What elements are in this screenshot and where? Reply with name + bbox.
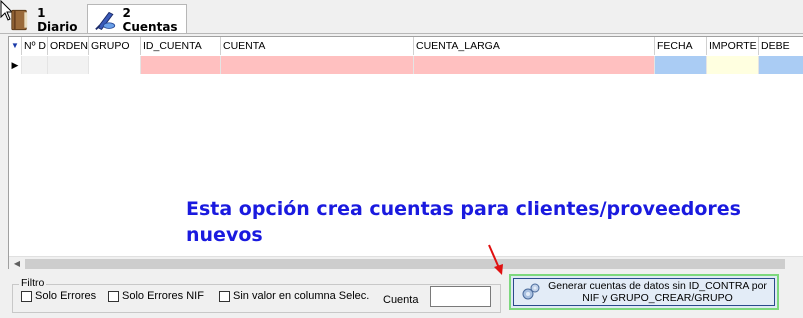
info-message: Esta opción crea cuentas para clientes/p… <box>186 196 786 248</box>
cell-nd[interactable] <box>22 56 48 74</box>
cuenta-input[interactable] <box>430 286 491 307</box>
checkbox-box[interactable] <box>219 290 230 302</box>
tab-cuentas-label: 2 Cuentas <box>122 5 178 34</box>
solo-errores-nif-checkbox[interactable]: Solo Errores NIF <box>108 290 204 302</box>
cell-grupo[interactable] <box>89 56 141 74</box>
book-icon <box>11 9 28 31</box>
header-dropdown-icon[interactable]: ▼ <box>9 37 22 55</box>
generate-button-line1: Generar cuentas de datos sin ID_CONTRA p… <box>548 280 767 292</box>
scroll-left-icon[interactable]: ◀ <box>10 258 24 270</box>
generate-button-highlight: Generar cuentas de datos sin ID_CONTRA p… <box>509 274 779 310</box>
solo-errores-label: Solo Errores <box>35 290 97 302</box>
quill-pen-icon <box>95 11 116 30</box>
col-header-cuenta-larga[interactable]: CUENTA_LARGA <box>414 37 655 55</box>
filter-group-label: Filtro <box>19 277 47 289</box>
checkbox-box[interactable] <box>108 290 119 302</box>
gears-icon <box>522 283 540 300</box>
cell-importe[interactable] <box>707 56 759 74</box>
col-header-fecha[interactable]: FECHA <box>655 37 707 55</box>
horizontal-scrollbar[interactable]: ◀ <box>9 256 803 270</box>
col-header-nd[interactable]: Nº D <box>22 37 48 55</box>
col-header-grupo[interactable]: GRUPO <box>89 37 141 55</box>
generate-accounts-button[interactable]: Generar cuentas de datos sin ID_CONTRA p… <box>513 278 775 306</box>
cell-debe[interactable] <box>759 56 803 74</box>
tab-divider <box>0 33 803 34</box>
generate-button-line2: NIF y GRUPO_CREAR/GRUPO <box>582 292 733 304</box>
solo-errores-nif-label: Solo Errores NIF <box>122 290 204 302</box>
info-message-line1: Esta opción crea cuentas para clientes/p… <box>186 198 741 220</box>
scroll-thumb[interactable] <box>25 259 785 269</box>
cell-cuenta[interactable] <box>221 56 414 74</box>
tab-bar: 1 Diario 2 Cuentas <box>0 0 803 34</box>
generate-button-text: Generar cuentas de datos sin ID_CONTRA p… <box>545 280 774 304</box>
tab-diario-label: 1 Diario <box>37 6 78 34</box>
cell-fecha[interactable] <box>655 56 707 74</box>
col-header-orden[interactable]: ORDEN <box>48 37 89 55</box>
solo-errores-checkbox[interactable]: Solo Errores <box>21 290 96 302</box>
annotation-arrow-icon <box>488 244 503 275</box>
row-indicator-icon: ▶ <box>9 56 22 74</box>
tab-diario[interactable]: 1 Diario <box>2 6 88 34</box>
col-header-debe[interactable]: DEBE <box>759 37 803 55</box>
checkbox-box[interactable] <box>21 290 32 302</box>
grid-header: ▼ Nº D ORDEN GRUPO ID_CUENTA CUENTA CUEN… <box>9 37 803 55</box>
col-header-cuenta[interactable]: CUENTA <box>221 37 414 55</box>
cell-orden[interactable] <box>48 56 89 74</box>
col-header-importe[interactable]: IMPORTE <box>707 37 759 55</box>
cuenta-label: Cuenta <box>383 294 419 306</box>
tab-cuentas[interactable]: 2 Cuentas <box>87 4 187 34</box>
table-row[interactable]: ▶ <box>9 56 803 74</box>
col-header-id-cuenta[interactable]: ID_CUENTA <box>141 37 221 55</box>
cell-id-cuenta[interactable] <box>141 56 221 74</box>
sin-valor-label: Sin valor en columna Selec. <box>233 290 370 302</box>
cell-cuenta-larga[interactable] <box>414 56 655 74</box>
sin-valor-checkbox[interactable]: Sin valor en columna Selec. <box>219 290 369 302</box>
